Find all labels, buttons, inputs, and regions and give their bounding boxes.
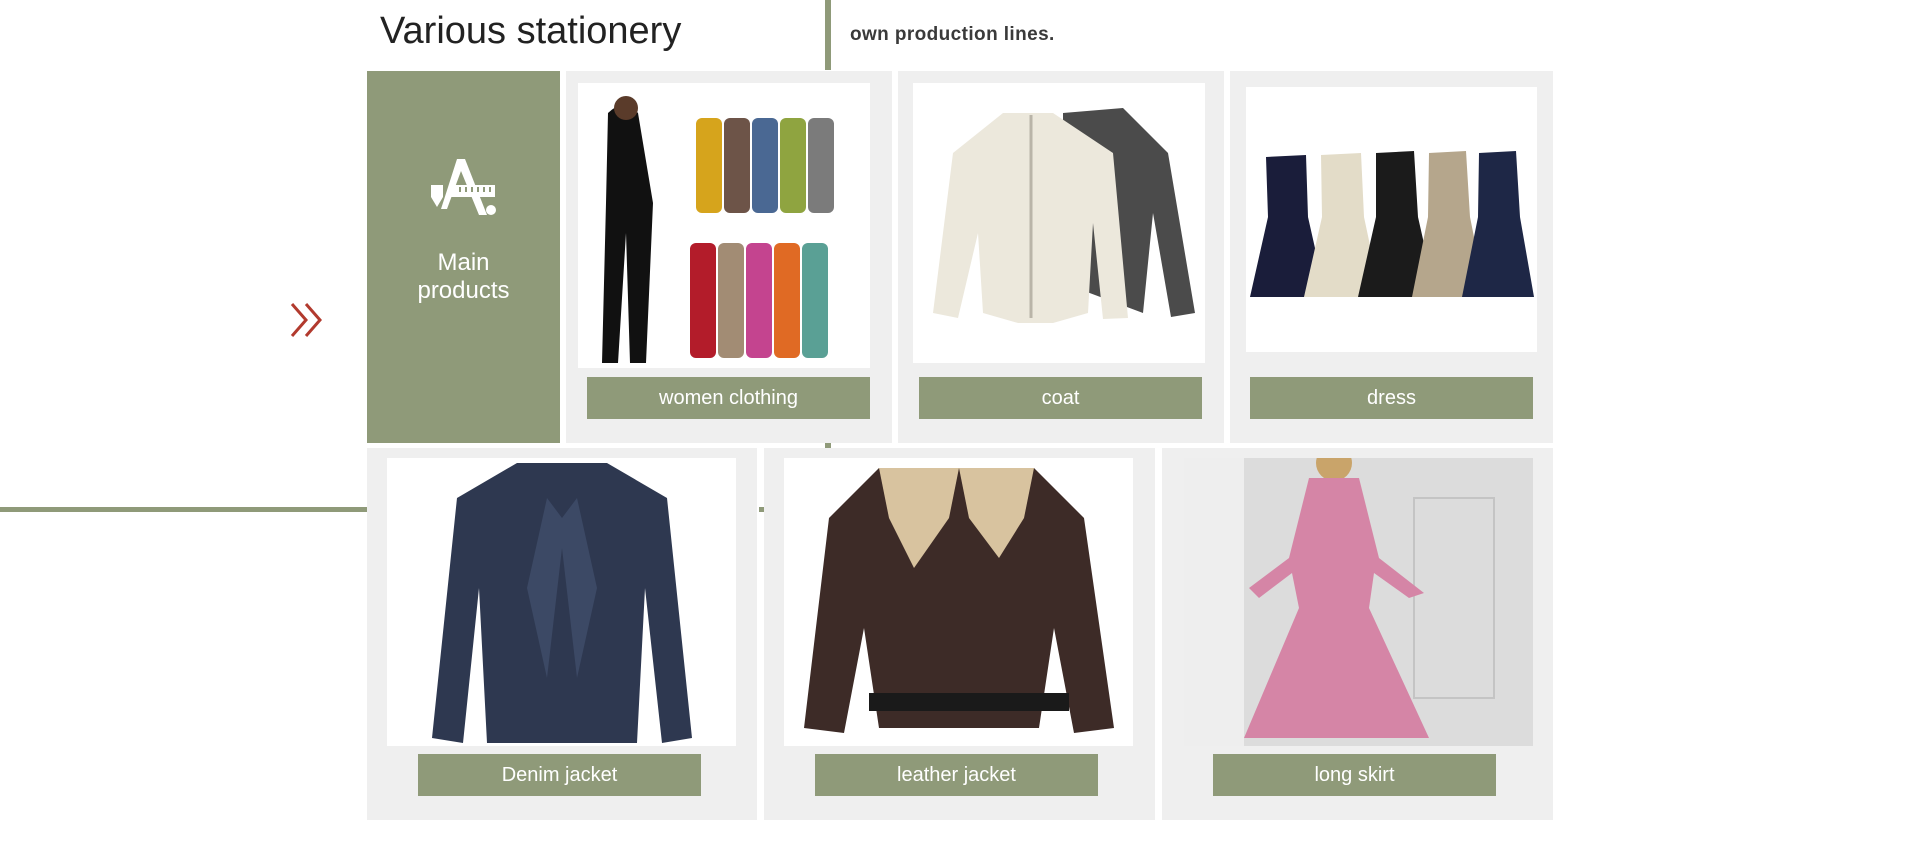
product-label-women-clothing[interactable]: women clothing xyxy=(587,377,870,419)
long-skirt-photo xyxy=(1184,458,1533,746)
section-title: Various stationery xyxy=(380,10,682,52)
dress-photo xyxy=(1246,87,1537,352)
women-clothing-photo xyxy=(578,83,870,368)
product-card-dress[interactable]: dress xyxy=(1230,71,1553,443)
stationery-tools-icon xyxy=(429,155,499,221)
product-label-denim-jacket[interactable]: Denim jacket xyxy=(418,754,701,796)
leather-jacket-photo xyxy=(784,458,1133,746)
double-chevron-right-icon[interactable] xyxy=(288,300,326,340)
denim-jacket-photo xyxy=(387,458,736,746)
product-label-dress[interactable]: dress xyxy=(1250,377,1533,419)
product-card-leather-jacket[interactable]: leather jacket xyxy=(764,448,1155,820)
divider-vertical xyxy=(825,0,831,70)
product-card-coat[interactable]: coat xyxy=(898,71,1224,443)
main-products-tile[interactable]: Main products xyxy=(367,71,560,443)
coat-photo xyxy=(913,83,1205,363)
intro-text: own production lines. xyxy=(850,24,1055,45)
product-card-denim-jacket[interactable]: Denim jacket xyxy=(367,448,757,820)
product-label-leather-jacket[interactable]: leather jacket xyxy=(815,754,1098,796)
divider-horizontal xyxy=(0,507,367,512)
main-products-label: Main products xyxy=(417,249,510,304)
product-card-women-clothing[interactable]: women clothing xyxy=(566,71,892,443)
product-label-coat[interactable]: coat xyxy=(919,377,1202,419)
product-card-long-skirt[interactable]: long skirt xyxy=(1162,448,1553,820)
product-label-long-skirt[interactable]: long skirt xyxy=(1213,754,1496,796)
